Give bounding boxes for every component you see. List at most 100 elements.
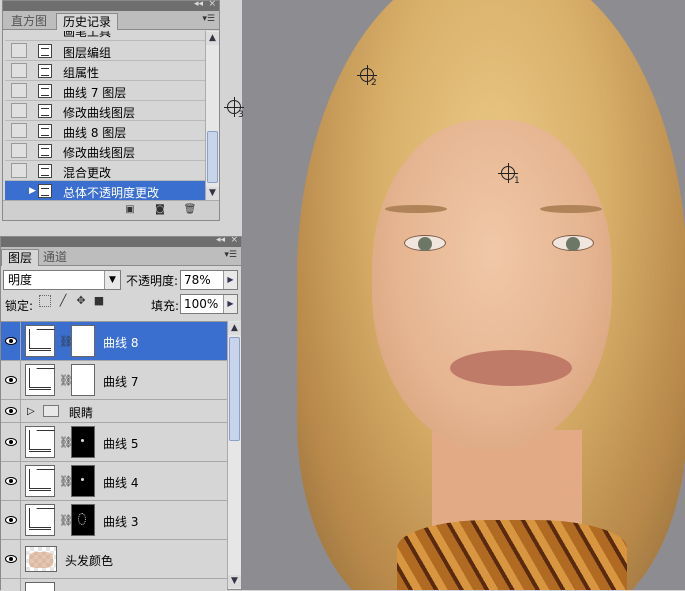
- history-panel-titlebar[interactable]: ◂◂ ×: [3, 0, 219, 11]
- history-item[interactable]: 曲线 7 图层: [5, 81, 205, 101]
- layer-row-selected[interactable]: ⛓ 曲线 8: [1, 322, 227, 361]
- eye-icon[interactable]: [5, 438, 17, 446]
- tab-history[interactable]: 历史记录: [56, 13, 119, 30]
- layer-visibility-toggle[interactable]: [1, 361, 21, 399]
- history-state-checkbox[interactable]: [11, 103, 27, 118]
- history-state-checkbox[interactable]: [11, 83, 27, 98]
- collapse-icon[interactable]: ◂◂: [194, 0, 203, 9]
- opacity-slider-arrow-icon[interactable]: ▶: [223, 271, 237, 289]
- layer-mask-thumbnail[interactable]: [71, 504, 95, 536]
- layers-scrollbar[interactable]: ▲ ▼: [227, 321, 241, 589]
- curves-adjustment-icon[interactable]: [25, 504, 55, 536]
- fill-field[interactable]: 100% ▶: [180, 294, 238, 314]
- tab-channels[interactable]: 通道: [37, 249, 73, 266]
- layer-name: 头发颜色: [65, 554, 114, 568]
- opacity-field[interactable]: 78% ▶: [180, 270, 238, 290]
- history-item[interactable]: 图层编组: [5, 41, 205, 61]
- close-icon[interactable]: ×: [208, 0, 216, 9]
- curves-adjustment-icon[interactable]: [25, 364, 55, 396]
- scroll-down-icon[interactable]: ▼: [206, 187, 219, 200]
- history-state-checkbox[interactable]: [11, 43, 27, 58]
- layer-visibility-toggle[interactable]: [1, 423, 21, 461]
- eye-icon[interactable]: [5, 516, 17, 524]
- new-document-from-state-icon[interactable]: ▣: [123, 204, 137, 216]
- history-item-label: 曲线 8 图层: [63, 126, 127, 140]
- history-item[interactable]: 修改曲线图层: [5, 101, 205, 121]
- layer-row[interactable]: [1, 579, 227, 591]
- layer-thumbnail[interactable]: [25, 546, 57, 572]
- layer-visibility-toggle[interactable]: [1, 462, 21, 500]
- history-state-icon: [38, 124, 52, 138]
- close-icon[interactable]: ×: [230, 235, 238, 245]
- history-scrollbar[interactable]: ▲ ▼: [205, 31, 219, 201]
- camera-icon[interactable]: ◙: [153, 204, 167, 216]
- history-state-checkbox[interactable]: [11, 63, 27, 78]
- layer-row[interactable]: ⛓ 曲线 4: [1, 462, 227, 501]
- eye-icon[interactable]: [5, 407, 17, 415]
- curves-adjustment-icon[interactable]: [25, 325, 55, 357]
- eye-icon[interactable]: [5, 555, 17, 563]
- layer-mask-thumbnail[interactable]: [71, 325, 95, 357]
- scroll-up-icon[interactable]: ▲: [206, 32, 219, 45]
- layer-group-row[interactable]: ▷ 眼睛: [1, 400, 227, 423]
- curves-adjustment-icon[interactable]: [25, 426, 55, 458]
- history-item[interactable]: 修改曲线图层: [5, 141, 205, 161]
- layer-name: 曲线 3: [103, 515, 139, 529]
- scroll-thumb[interactable]: [207, 131, 218, 183]
- opacity-label: 不透明度:: [126, 274, 179, 288]
- panel-menu-icon[interactable]: ▾☰: [224, 250, 237, 260]
- blend-mode-select[interactable]: 明度 ▼: [3, 270, 121, 290]
- layer-row[interactable]: ⛓ 曲线 5: [1, 423, 227, 462]
- layer-visibility-toggle[interactable]: [1, 322, 21, 360]
- history-item[interactable]: 画笔工具: [5, 31, 205, 41]
- curves-adjustment-icon[interactable]: [25, 465, 55, 497]
- layer-visibility-toggle[interactable]: [1, 579, 21, 591]
- lock-transparent-icon[interactable]: [39, 295, 51, 307]
- fill-slider-arrow-icon[interactable]: ▶: [223, 295, 237, 313]
- color-sampler-1[interactable]: [498, 163, 518, 183]
- history-item-label: 图层编组: [63, 46, 112, 60]
- panel-menu-icon[interactable]: ▾☰: [202, 14, 215, 24]
- scroll-thumb[interactable]: [229, 337, 240, 441]
- lock-move-icon[interactable]: ✥: [75, 295, 87, 307]
- scroll-down-icon[interactable]: ▼: [228, 575, 241, 588]
- history-item[interactable]: 曲线 8 图层: [5, 121, 205, 141]
- eye-icon[interactable]: [5, 337, 17, 345]
- layer-visibility-toggle[interactable]: [1, 540, 21, 578]
- expand-triangle-icon[interactable]: ▷: [27, 406, 35, 417]
- tab-histogram[interactable]: 直方图: [5, 13, 53, 30]
- layer-row[interactable]: 头发颜色: [1, 540, 227, 579]
- history-state-checkbox[interactable]: [11, 163, 27, 178]
- history-state-checkbox[interactable]: [11, 183, 27, 198]
- lock-brush-icon[interactable]: ╱: [57, 295, 69, 307]
- layer-visibility-toggle[interactable]: [1, 400, 21, 422]
- left-eye: [404, 235, 446, 251]
- chevron-down-icon[interactable]: ▼: [104, 271, 120, 289]
- history-state-checkbox[interactable]: [11, 123, 27, 138]
- collapse-icon[interactable]: ◂◂: [216, 235, 225, 245]
- eye-icon[interactable]: [5, 477, 17, 485]
- layer-mask-thumbnail[interactable]: [71, 465, 95, 497]
- layers-panel-titlebar[interactable]: ◂◂ ×: [1, 235, 241, 247]
- history-item[interactable]: 混合更改: [5, 161, 205, 181]
- canvas-photo[interactable]: 1 2 3: [222, 0, 685, 590]
- scroll-up-icon[interactable]: ▲: [228, 322, 241, 335]
- tab-layers[interactable]: 图层: [1, 249, 40, 266]
- layer-row[interactable]: ⛓ 曲线 3: [1, 501, 227, 540]
- face: [372, 120, 612, 450]
- history-state-icon: [38, 184, 52, 198]
- eye-icon[interactable]: [5, 376, 17, 384]
- layer-row[interactable]: ⛓ 曲线 7: [1, 361, 227, 400]
- current-state-slider-icon[interactable]: ▶: [29, 186, 36, 196]
- layer-visibility-toggle[interactable]: [1, 501, 21, 539]
- trash-icon[interactable]: 🗑: [183, 204, 197, 216]
- history-item[interactable]: 组属性: [5, 61, 205, 81]
- history-state-checkbox[interactable]: [11, 143, 27, 158]
- layer-name: 曲线 7: [103, 375, 139, 389]
- history-item-selected[interactable]: ▶ 总体不透明度更改: [5, 181, 205, 201]
- history-footer: ▣ ◙ 🗑: [3, 200, 219, 220]
- layer-mask-thumbnail[interactable]: [71, 364, 95, 396]
- left-eyebrow: [385, 205, 447, 213]
- layer-mask-thumbnail[interactable]: [71, 426, 95, 458]
- lock-all-icon[interactable]: ■: [93, 295, 105, 307]
